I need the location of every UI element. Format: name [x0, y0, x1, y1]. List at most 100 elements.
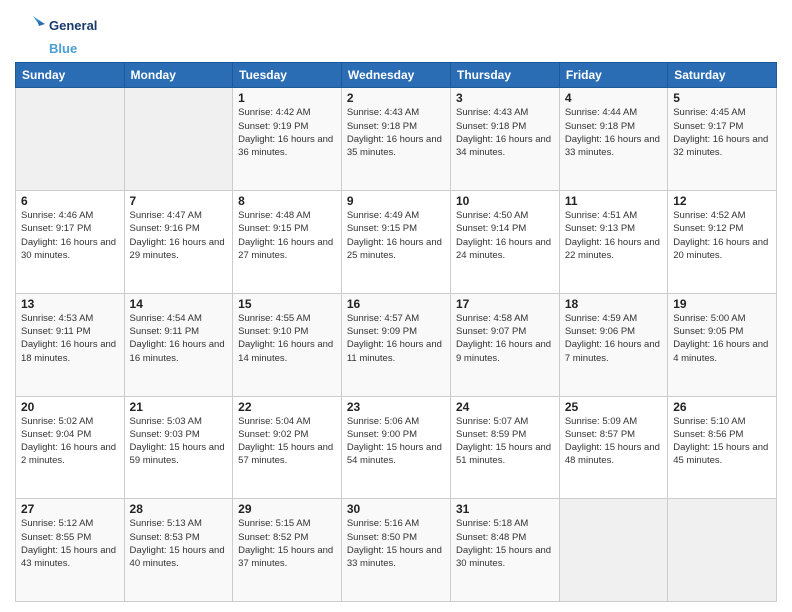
day-info: Sunrise: 4:53 AM Sunset: 9:11 PM Dayligh…: [21, 312, 119, 365]
day-number: 12: [673, 194, 771, 208]
calendar-header-tuesday: Tuesday: [233, 63, 342, 88]
day-number: 27: [21, 502, 119, 516]
calendar-cell: 3Sunrise: 4:43 AM Sunset: 9:18 PM Daylig…: [451, 88, 560, 191]
day-number: 20: [21, 400, 119, 414]
day-info: Sunrise: 4:48 AM Sunset: 9:15 PM Dayligh…: [238, 209, 336, 262]
calendar-week-4: 20Sunrise: 5:02 AM Sunset: 9:04 PM Dayli…: [16, 396, 777, 499]
calendar-cell: 1Sunrise: 4:42 AM Sunset: 9:19 PM Daylig…: [233, 88, 342, 191]
calendar-cell: 19Sunrise: 5:00 AM Sunset: 9:05 PM Dayli…: [668, 293, 777, 396]
calendar-cell: 11Sunrise: 4:51 AM Sunset: 9:13 PM Dayli…: [559, 191, 667, 294]
day-number: 14: [130, 297, 228, 311]
calendar-cell: 20Sunrise: 5:02 AM Sunset: 9:04 PM Dayli…: [16, 396, 125, 499]
day-number: 28: [130, 502, 228, 516]
day-number: 19: [673, 297, 771, 311]
logo-blue: Blue: [49, 42, 97, 56]
calendar-cell: 13Sunrise: 4:53 AM Sunset: 9:11 PM Dayli…: [16, 293, 125, 396]
logo: General Blue: [15, 10, 97, 56]
calendar-cell: 23Sunrise: 5:06 AM Sunset: 9:00 PM Dayli…: [341, 396, 450, 499]
day-info: Sunrise: 5:06 AM Sunset: 9:00 PM Dayligh…: [347, 415, 445, 468]
calendar-cell: 10Sunrise: 4:50 AM Sunset: 9:14 PM Dayli…: [451, 191, 560, 294]
day-number: 16: [347, 297, 445, 311]
day-info: Sunrise: 5:10 AM Sunset: 8:56 PM Dayligh…: [673, 415, 771, 468]
calendar-cell: 4Sunrise: 4:44 AM Sunset: 9:18 PM Daylig…: [559, 88, 667, 191]
calendar-cell: 6Sunrise: 4:46 AM Sunset: 9:17 PM Daylig…: [16, 191, 125, 294]
calendar-week-3: 13Sunrise: 4:53 AM Sunset: 9:11 PM Dayli…: [16, 293, 777, 396]
day-info: Sunrise: 4:57 AM Sunset: 9:09 PM Dayligh…: [347, 312, 445, 365]
calendar-cell: 15Sunrise: 4:55 AM Sunset: 9:10 PM Dayli…: [233, 293, 342, 396]
day-info: Sunrise: 4:54 AM Sunset: 9:11 PM Dayligh…: [130, 312, 228, 365]
day-info: Sunrise: 4:43 AM Sunset: 9:18 PM Dayligh…: [347, 106, 445, 159]
calendar-cell: 25Sunrise: 5:09 AM Sunset: 8:57 PM Dayli…: [559, 396, 667, 499]
day-info: Sunrise: 5:16 AM Sunset: 8:50 PM Dayligh…: [347, 517, 445, 570]
calendar-cell: 29Sunrise: 5:15 AM Sunset: 8:52 PM Dayli…: [233, 499, 342, 602]
calendar-cell: 8Sunrise: 4:48 AM Sunset: 9:15 PM Daylig…: [233, 191, 342, 294]
day-number: 4: [565, 91, 662, 105]
calendar-cell: 31Sunrise: 5:18 AM Sunset: 8:48 PM Dayli…: [451, 499, 560, 602]
calendar-cell: 9Sunrise: 4:49 AM Sunset: 9:15 PM Daylig…: [341, 191, 450, 294]
day-number: 21: [130, 400, 228, 414]
header: General Blue: [15, 10, 777, 56]
calendar-week-1: 1Sunrise: 4:42 AM Sunset: 9:19 PM Daylig…: [16, 88, 777, 191]
day-number: 17: [456, 297, 554, 311]
day-number: 18: [565, 297, 662, 311]
day-info: Sunrise: 4:50 AM Sunset: 9:14 PM Dayligh…: [456, 209, 554, 262]
day-info: Sunrise: 5:03 AM Sunset: 9:03 PM Dayligh…: [130, 415, 228, 468]
calendar-cell: 14Sunrise: 4:54 AM Sunset: 9:11 PM Dayli…: [124, 293, 233, 396]
day-info: Sunrise: 5:09 AM Sunset: 8:57 PM Dayligh…: [565, 415, 662, 468]
day-number: 11: [565, 194, 662, 208]
day-number: 5: [673, 91, 771, 105]
day-number: 22: [238, 400, 336, 414]
calendar-cell: 21Sunrise: 5:03 AM Sunset: 9:03 PM Dayli…: [124, 396, 233, 499]
page: General Blue SundayMondayTuesdayWednesda…: [0, 0, 792, 612]
day-number: 23: [347, 400, 445, 414]
calendar-cell: 24Sunrise: 5:07 AM Sunset: 8:59 PM Dayli…: [451, 396, 560, 499]
calendar-header-friday: Friday: [559, 63, 667, 88]
logo-general: General: [49, 19, 97, 33]
day-info: Sunrise: 4:55 AM Sunset: 9:10 PM Dayligh…: [238, 312, 336, 365]
day-info: Sunrise: 4:58 AM Sunset: 9:07 PM Dayligh…: [456, 312, 554, 365]
day-number: 26: [673, 400, 771, 414]
calendar-cell: 22Sunrise: 5:04 AM Sunset: 9:02 PM Dayli…: [233, 396, 342, 499]
calendar-header-row: SundayMondayTuesdayWednesdayThursdayFrid…: [16, 63, 777, 88]
calendar-cell: 2Sunrise: 4:43 AM Sunset: 9:18 PM Daylig…: [341, 88, 450, 191]
calendar-cell: 12Sunrise: 4:52 AM Sunset: 9:12 PM Dayli…: [668, 191, 777, 294]
day-info: Sunrise: 5:15 AM Sunset: 8:52 PM Dayligh…: [238, 517, 336, 570]
day-info: Sunrise: 5:12 AM Sunset: 8:55 PM Dayligh…: [21, 517, 119, 570]
day-info: Sunrise: 4:44 AM Sunset: 9:18 PM Dayligh…: [565, 106, 662, 159]
calendar-cell: [124, 88, 233, 191]
day-info: Sunrise: 5:18 AM Sunset: 8:48 PM Dayligh…: [456, 517, 554, 570]
day-info: Sunrise: 5:04 AM Sunset: 9:02 PM Dayligh…: [238, 415, 336, 468]
calendar-cell: [16, 88, 125, 191]
day-info: Sunrise: 4:49 AM Sunset: 9:15 PM Dayligh…: [347, 209, 445, 262]
day-number: 13: [21, 297, 119, 311]
day-number: 10: [456, 194, 554, 208]
calendar-cell: [668, 499, 777, 602]
calendar-cell: 18Sunrise: 4:59 AM Sunset: 9:06 PM Dayli…: [559, 293, 667, 396]
day-info: Sunrise: 4:47 AM Sunset: 9:16 PM Dayligh…: [130, 209, 228, 262]
calendar-header-monday: Monday: [124, 63, 233, 88]
day-number: 30: [347, 502, 445, 516]
day-info: Sunrise: 5:07 AM Sunset: 8:59 PM Dayligh…: [456, 415, 554, 468]
day-number: 29: [238, 502, 336, 516]
day-info: Sunrise: 4:43 AM Sunset: 9:18 PM Dayligh…: [456, 106, 554, 159]
day-info: Sunrise: 5:00 AM Sunset: 9:05 PM Dayligh…: [673, 312, 771, 365]
calendar-cell: 17Sunrise: 4:58 AM Sunset: 9:07 PM Dayli…: [451, 293, 560, 396]
calendar-cell: 7Sunrise: 4:47 AM Sunset: 9:16 PM Daylig…: [124, 191, 233, 294]
day-number: 7: [130, 194, 228, 208]
day-number: 31: [456, 502, 554, 516]
day-number: 6: [21, 194, 119, 208]
calendar-cell: 28Sunrise: 5:13 AM Sunset: 8:53 PM Dayli…: [124, 499, 233, 602]
day-info: Sunrise: 5:13 AM Sunset: 8:53 PM Dayligh…: [130, 517, 228, 570]
calendar-week-2: 6Sunrise: 4:46 AM Sunset: 9:17 PM Daylig…: [16, 191, 777, 294]
day-number: 8: [238, 194, 336, 208]
day-info: Sunrise: 4:51 AM Sunset: 9:13 PM Dayligh…: [565, 209, 662, 262]
day-info: Sunrise: 4:46 AM Sunset: 9:17 PM Dayligh…: [21, 209, 119, 262]
calendar-table: SundayMondayTuesdayWednesdayThursdayFrid…: [15, 62, 777, 602]
calendar-header-sunday: Sunday: [16, 63, 125, 88]
day-number: 24: [456, 400, 554, 414]
day-info: Sunrise: 5:02 AM Sunset: 9:04 PM Dayligh…: [21, 415, 119, 468]
day-info: Sunrise: 4:42 AM Sunset: 9:19 PM Dayligh…: [238, 106, 336, 159]
calendar-cell: [559, 499, 667, 602]
day-number: 25: [565, 400, 662, 414]
logo-bird-icon: [15, 10, 47, 42]
